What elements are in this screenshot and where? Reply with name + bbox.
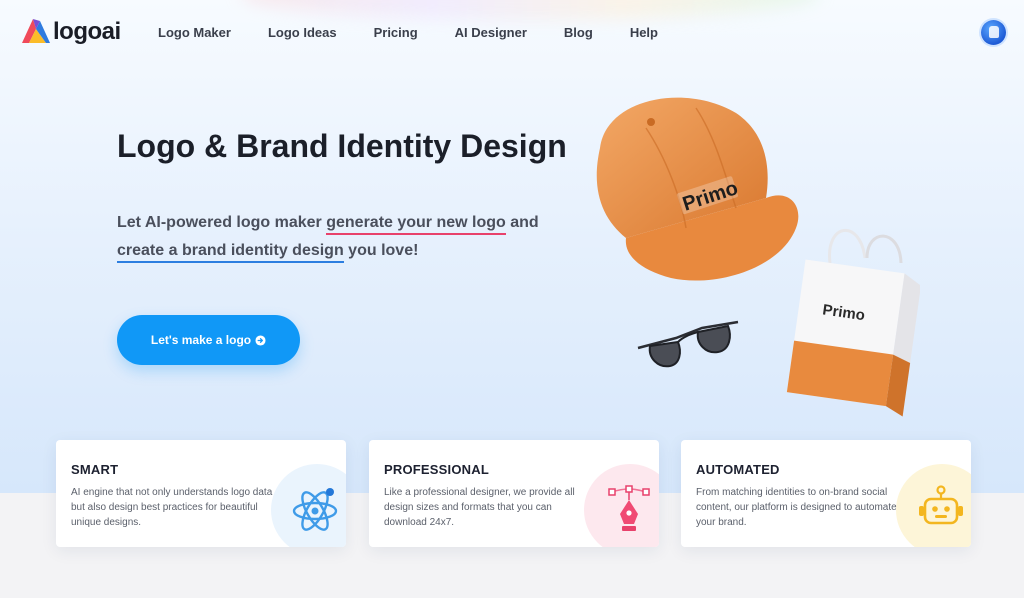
nav-logo-maker[interactable]: Logo Maker — [158, 25, 231, 40]
brand-logo[interactable]: logoai — [20, 17, 121, 47]
hero-highlight-generate: generate your new logo — [326, 214, 506, 235]
nav-help[interactable]: Help — [630, 25, 658, 40]
top-nav: logoai Logo Maker Logo Ideas Pricing AI … — [0, 0, 1024, 66]
user-avatar[interactable] — [981, 20, 1006, 45]
feature-card-professional: PROFESSIONAL Like a professional designe… — [369, 440, 659, 547]
nav-links: Logo Maker Logo Ideas Pricing AI Designe… — [158, 25, 695, 40]
hero-subtitle-part1: Let AI-powered logo maker — [117, 214, 327, 231]
nav-blog[interactable]: Blog — [564, 25, 593, 40]
make-logo-button-label: Let's make a logo — [150, 333, 252, 347]
hero-highlight-brand-identity: create a brand identity design — [117, 242, 344, 263]
feature-description: From matching identities to on-brand soc… — [696, 487, 897, 528]
feature-description: Like a professional designer, we provide… — [384, 487, 575, 528]
hero-subtitle-part3: you love! — [343, 242, 419, 259]
arrow-circle-right-icon — [255, 334, 266, 346]
feature-description: AI engine that not only understands logo… — [71, 487, 273, 528]
logo-mark-icon — [22, 19, 50, 43]
hero-subtitle-part2: and — [505, 214, 539, 231]
robot-icon — [919, 485, 963, 525]
nav-logo-ideas[interactable]: Logo Ideas — [268, 25, 337, 40]
cap-mockup-image: Primo — [596, 97, 799, 281]
feature-title: AUTOMATED — [696, 462, 780, 477]
nav-ai-designer[interactable]: AI Designer — [455, 25, 527, 40]
nav-pricing[interactable]: Pricing — [374, 25, 418, 40]
pen-tool-icon — [608, 485, 650, 531]
hero-title: Logo & Brand Identity Design — [117, 128, 567, 164]
hero-subtitle: Let AI-powered logo maker generate your … — [117, 209, 557, 265]
feature-card-automated: AUTOMATED From matching identities to on… — [681, 440, 971, 547]
sunglasses-image — [637, 320, 739, 368]
feature-title: PROFESSIONAL — [384, 462, 489, 477]
atom-icon — [292, 488, 338, 531]
feature-card-smart: SMART AI engine that not only understand… — [56, 440, 346, 547]
feature-title: SMART — [71, 462, 119, 477]
brand-name: logoai — [53, 18, 121, 45]
shopping-bag-image: Primo — [786, 228, 920, 417]
make-logo-button[interactable]: Let's make a logo — [117, 315, 300, 365]
